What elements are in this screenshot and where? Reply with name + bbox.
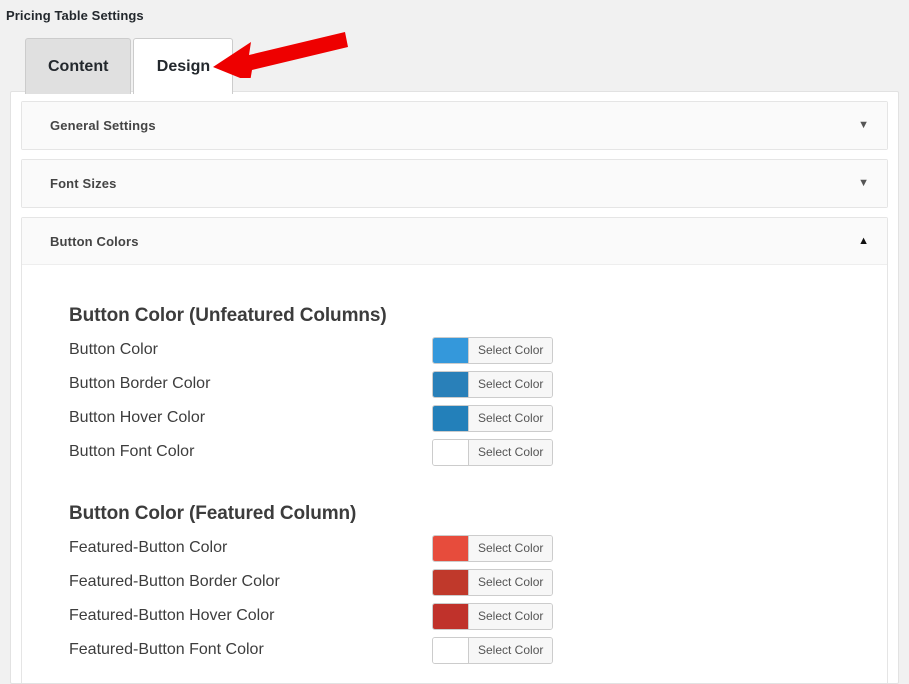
color-picker-button-hover-color[interactable]: Select Color — [432, 404, 554, 432]
button-colors-body: Button Color (Unfeatured Columns) Button… — [22, 265, 887, 683]
color-swatch — [433, 637, 469, 663]
chevron-down-icon: ▼ — [858, 119, 869, 131]
color-picker-button-font-color[interactable]: Select Color — [432, 438, 554, 466]
accordion-header-general-settings[interactable]: General Settings ▼ — [22, 102, 887, 149]
color-row-label: Button Hover Color — [69, 409, 206, 426]
chevron-up-icon: ▲ — [858, 234, 869, 247]
color-row-button-color: Button Color Select Color — [69, 333, 887, 367]
color-swatch — [433, 371, 469, 397]
color-swatch — [433, 405, 469, 431]
tab-design[interactable]: Design — [133, 38, 234, 94]
select-color-button[interactable]: Select Color — [469, 405, 553, 431]
settings-panel: General Settings ▼ Font Sizes ▼ Button C… — [10, 91, 899, 684]
accordion-title-font-sizes: Font Sizes — [50, 176, 117, 191]
color-row-featured-button-border-color: Featured-Button Border Color Select Colo… — [69, 565, 887, 599]
color-row-label: Button Font Color — [69, 443, 195, 460]
color-row-label: Button Color — [69, 341, 158, 358]
color-row-label: Featured-Button Font Color — [69, 641, 264, 658]
select-color-button[interactable]: Select Color — [469, 535, 553, 561]
select-color-button[interactable]: Select Color — [469, 337, 553, 363]
color-row-label: Button Border Color — [69, 375, 211, 392]
page-title: Pricing Table Settings — [6, 8, 144, 23]
select-color-button[interactable]: Select Color — [469, 637, 553, 663]
color-picker-featured-button-hover-color[interactable]: Select Color — [432, 602, 554, 630]
color-swatch — [433, 535, 469, 561]
tab-strip: Content Design — [25, 38, 235, 94]
select-color-button[interactable]: Select Color — [469, 371, 553, 397]
color-row-label: Featured-Button Hover Color — [69, 607, 275, 624]
color-picker-button-border-color[interactable]: Select Color — [432, 370, 554, 398]
accordion-section-font-sizes: Font Sizes ▼ — [21, 159, 888, 208]
tab-content[interactable]: Content — [25, 38, 132, 94]
color-row-button-font-color: Button Font Color Select Color — [69, 435, 887, 469]
accordion-header-button-colors[interactable]: Button Colors ▲ — [22, 218, 887, 265]
color-swatch — [433, 603, 469, 629]
accordion-header-font-sizes[interactable]: Font Sizes ▼ — [22, 160, 887, 207]
color-row-button-border-color: Button Border Color Select Color — [69, 367, 887, 401]
color-picker-featured-button-border-color[interactable]: Select Color — [432, 568, 554, 596]
color-row-featured-button-hover-color: Featured-Button Hover Color Select Color — [69, 599, 887, 633]
color-row-featured-button-color: Featured-Button Color Select Color — [69, 531, 887, 565]
color-row-featured-button-font-color: Featured-Button Font Color Select Color — [69, 633, 887, 667]
chevron-down-icon: ▼ — [858, 177, 869, 189]
accordion-section-general-settings: General Settings ▼ — [21, 101, 888, 150]
select-color-button[interactable]: Select Color — [469, 569, 553, 595]
color-picker-button-color[interactable]: Select Color — [432, 336, 554, 364]
color-swatch — [433, 337, 469, 363]
color-group-unfeatured: Button Color (Unfeatured Columns) Button… — [22, 305, 887, 469]
color-group-featured: Button Color (Featured Column) Featured-… — [22, 503, 887, 667]
select-color-button[interactable]: Select Color — [469, 439, 553, 465]
color-picker-featured-button-font-color[interactable]: Select Color — [432, 636, 554, 664]
color-row-label: Featured-Button Color — [69, 539, 228, 556]
color-row-button-hover-color: Button Hover Color Select Color — [69, 401, 887, 435]
color-swatch — [433, 439, 469, 465]
accordion-title-general-settings: General Settings — [50, 118, 156, 133]
group-heading-featured: Button Color (Featured Column) — [69, 503, 357, 524]
group-heading-unfeatured: Button Color (Unfeatured Columns) — [69, 305, 387, 326]
accordion-title-button-colors: Button Colors — [50, 233, 139, 249]
color-swatch — [433, 569, 469, 595]
select-color-button[interactable]: Select Color — [469, 603, 553, 629]
accordion-section-button-colors: Button Colors ▲ Button Color (Unfeatured… — [21, 217, 888, 683]
color-picker-featured-button-color[interactable]: Select Color — [432, 534, 554, 562]
color-row-label: Featured-Button Border Color — [69, 573, 280, 590]
